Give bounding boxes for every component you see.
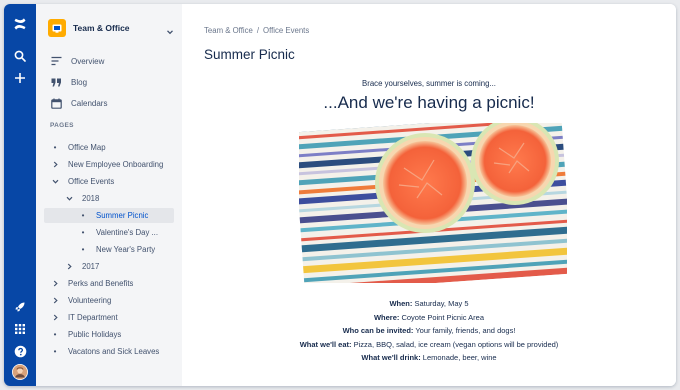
bullet-icon: • — [53, 330, 57, 339]
breadcrumb-separator: / — [256, 26, 259, 35]
detail-value: Lemonade, beer, wine — [420, 353, 497, 363]
detail-line: What we'll eat: Pizza, BBQ, salad, ice c… — [182, 340, 676, 349]
chevron-down-icon[interactable] — [50, 178, 60, 185]
rocket-icon[interactable] — [10, 297, 30, 317]
detail-line: Where: Coyote Point Picnic Area — [182, 313, 676, 322]
tree-item[interactable]: • Summer Picnic — [44, 208, 174, 223]
detail-label: What we'll drink: — [361, 353, 421, 363]
blog-quote-icon — [50, 76, 62, 88]
page-title: Summer Picnic — [204, 47, 295, 62]
bullet-icon: • — [53, 143, 57, 152]
tree-item[interactable]: IT Department — [50, 310, 118, 325]
bullet-icon: • — [81, 245, 85, 254]
breadcrumb: Team & Office / Office Events — [204, 26, 309, 35]
tree-item-label: Summer Picnic — [96, 211, 149, 220]
space-name: Team & Office — [73, 23, 130, 33]
detail-label: Where: — [373, 312, 400, 322]
tree-item[interactable]: New Employee Onboarding — [50, 157, 163, 172]
tree-item-label: Office Map — [68, 143, 106, 152]
calendar-icon — [50, 97, 62, 109]
tree-item[interactable]: • Valentine's Day ... — [78, 225, 158, 240]
intro-text: Brace yourselves, summer is coming... — [362, 79, 496, 88]
picnic-blanket-watermelon-image — [299, 123, 567, 283]
create-plus-icon[interactable] — [10, 68, 30, 88]
tree-item-label: Volunteering — [68, 296, 112, 305]
detail-line: What we'll drink: Lemonade, beer, wine — [182, 353, 676, 362]
app-window: Team & Office Overview Blog Calendars PA… — [4, 4, 676, 386]
tree-item-label: IT Department — [68, 313, 118, 322]
chevron-right-icon[interactable] — [50, 314, 60, 321]
tree-item-label: New Year's Party — [96, 245, 156, 254]
nav-calendars-label: Calendars — [71, 98, 108, 108]
detail-value: Pizza, BBQ, salad, ice cream (vegan opti… — [351, 339, 559, 349]
app-switcher-icon[interactable] — [10, 319, 30, 339]
tree-item-label: Perks and Benefits — [68, 279, 134, 288]
chevron-right-icon[interactable] — [50, 297, 60, 304]
bullet-icon: • — [81, 228, 85, 237]
chevron-down-icon[interactable] — [166, 23, 174, 41]
confluence-logo-icon[interactable] — [10, 14, 30, 34]
tree-item-label: New Employee Onboarding — [68, 160, 164, 169]
detail-line: When: Saturday, May 5 — [182, 299, 676, 308]
pages-section-label: PAGES — [50, 122, 74, 129]
tree-item[interactable]: • Public Holidays — [50, 327, 122, 342]
nav-blog-label: Blog — [71, 77, 88, 87]
space-sidebar: Team & Office Overview Blog Calendars PA… — [36, 4, 182, 386]
space-header[interactable]: Team & Office — [48, 18, 174, 38]
chevron-right-icon[interactable] — [64, 263, 74, 270]
tree-item[interactable]: Volunteering — [50, 293, 111, 308]
tree-item-label: Public Holidays — [68, 330, 122, 339]
chevron-down-icon[interactable] — [64, 195, 74, 202]
nav-blog[interactable]: Blog — [50, 74, 87, 90]
global-nav — [4, 4, 36, 386]
search-icon[interactable] — [10, 46, 30, 66]
tree-item-label: Office Events — [68, 177, 115, 186]
tree-item-label: Valentine's Day ... — [96, 228, 159, 237]
overview-icon — [50, 55, 62, 67]
nav-calendars[interactable]: Calendars — [50, 95, 107, 111]
nav-overview-label: Overview — [71, 56, 105, 66]
help-icon[interactable] — [10, 341, 30, 361]
detail-label: What we'll eat: — [299, 339, 352, 349]
tree-item[interactable]: • New Year's Party — [78, 242, 156, 257]
tree-item-label: Vacatons and Sick Leaves — [68, 347, 160, 356]
detail-label: Who can be invited: — [342, 326, 414, 336]
detail-label: When: — [389, 299, 413, 308]
tree-item-label: 2018 — [82, 194, 100, 203]
chevron-right-icon[interactable] — [50, 280, 60, 287]
page-content: Team & Office / Office Events Summer Pic… — [182, 4, 676, 386]
tree-item[interactable]: • Office Map — [50, 140, 106, 155]
space-logo-icon — [48, 19, 66, 37]
nav-overview[interactable]: Overview — [50, 53, 104, 69]
detail-value: Coyote Point Picnic Area — [399, 312, 485, 322]
detail-value: Saturday, May 5 — [412, 299, 469, 308]
breadcrumb-parent-link[interactable]: Team & Office — [204, 26, 253, 35]
bullet-icon: • — [81, 211, 85, 220]
bullet-icon: • — [53, 347, 57, 356]
chevron-right-icon[interactable] — [50, 161, 60, 168]
tree-item[interactable]: 2017 — [64, 259, 99, 274]
detail-value: Your family, friends, and dogs! — [413, 326, 516, 336]
avatar[interactable] — [10, 362, 30, 382]
tree-item[interactable]: • Vacatons and Sick Leaves — [50, 344, 160, 359]
breadcrumb-current-link[interactable]: Office Events — [263, 26, 309, 35]
tree-item-label: 2017 — [82, 262, 100, 271]
headline: ...And we're having a picnic! — [323, 93, 535, 112]
detail-line: Who can be invited: Your family, friends… — [182, 326, 676, 335]
tree-item[interactable]: Perks and Benefits — [50, 276, 133, 291]
tree-item[interactable]: 2018 — [64, 191, 99, 206]
tree-item[interactable]: Office Events — [50, 174, 114, 189]
